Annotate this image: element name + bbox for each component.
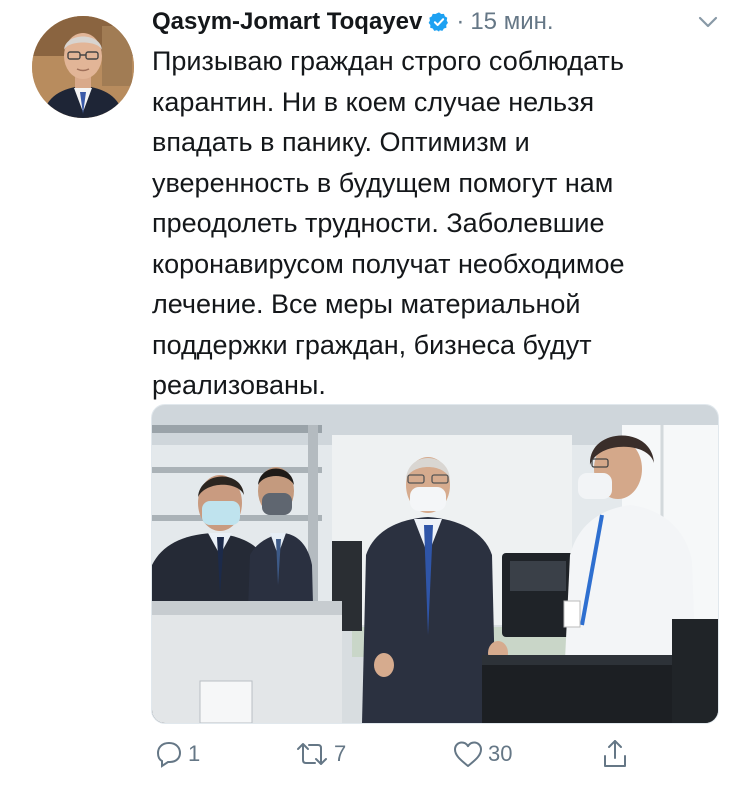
tweet: Qasym-Jomart Toqayev · 15 мин. Призываю … <box>0 0 750 799</box>
tweet-photo[interactable] <box>151 404 719 724</box>
tweet-text-line: впадать в панику. Оптимизм и <box>152 127 530 157</box>
reply-button[interactable]: 1 <box>154 732 200 776</box>
author-name[interactable]: Qasym-Jomart Toqayev <box>152 8 422 36</box>
retweet-button[interactable]: 7 <box>294 732 346 776</box>
tweet-actions: 1 7 30 <box>152 732 712 776</box>
tweet-header: Qasym-Jomart Toqayev · 15 мин. <box>152 4 554 40</box>
verified-badge-icon <box>428 11 450 33</box>
tweet-text-line: поддержки граждан, бизнеса будут <box>152 329 592 360</box>
retweet-icon <box>294 739 330 769</box>
like-button[interactable]: 30 <box>452 732 512 776</box>
tweet-text: Призываю граждан строго соблюдать карант… <box>152 41 722 406</box>
tweet-timestamp[interactable]: 15 мин. <box>470 8 553 36</box>
author-avatar[interactable] <box>32 16 134 118</box>
share-icon <box>600 738 630 770</box>
tweet-text-line: Призываю граждан строго соблюдать <box>152 46 624 76</box>
tweet-text-line: преодолеть трудности. Заболевшие <box>152 208 605 238</box>
tweet-text-line: реализованы. <box>152 370 326 400</box>
header-separator: · <box>456 8 465 35</box>
share-button[interactable] <box>600 732 630 776</box>
tweet-text-line: коронавирусом получат необходимое <box>152 248 625 279</box>
tweet-text-line: карантин. Ни в коем случае нельзя <box>152 86 595 117</box>
reply-icon <box>154 739 184 769</box>
chevron-down-icon[interactable] <box>694 8 722 36</box>
like-count: 30 <box>488 741 513 766</box>
tweet-text-line: лечение. Все меры материальной <box>152 289 581 319</box>
heart-icon <box>452 739 484 769</box>
retweet-count: 7 <box>334 741 347 766</box>
tweet-text-line: уверенность в будущем помогут нам <box>152 167 614 198</box>
reply-count: 1 <box>188 741 201 766</box>
